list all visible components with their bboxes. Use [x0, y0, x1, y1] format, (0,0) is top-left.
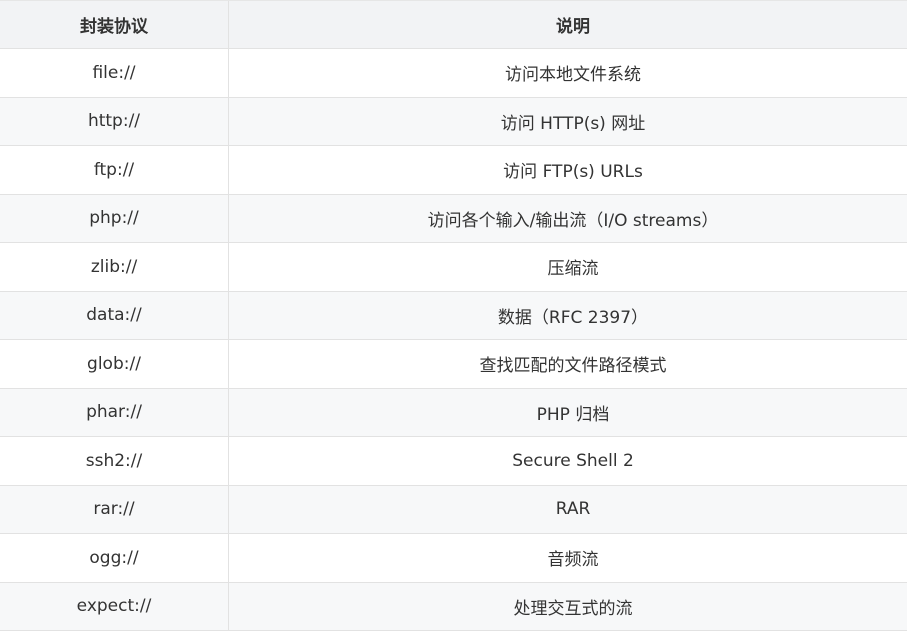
table-row: glob:// 查找匹配的文件路径模式	[0, 340, 907, 389]
protocol-cell: ssh2://	[0, 437, 229, 485]
protocol-cell: ftp://	[0, 146, 229, 194]
description-cell: 访问各个输入/输出流（I/O streams）	[229, 195, 907, 243]
table-row: ssh2:// Secure Shell 2	[0, 437, 907, 486]
protocol-cell: ogg://	[0, 534, 229, 582]
description-cell: 处理交互式的流	[229, 583, 907, 631]
protocol-cell: zlib://	[0, 243, 229, 291]
protocol-cell: data://	[0, 292, 229, 340]
header-description: 说明	[229, 1, 907, 48]
header-protocol: 封装协议	[0, 1, 229, 48]
description-cell: 访问 FTP(s) URLs	[229, 146, 907, 194]
protocol-cell: phar://	[0, 389, 229, 437]
protocol-cell: rar://	[0, 486, 229, 534]
table-row: rar:// RAR	[0, 486, 907, 535]
protocol-cell: php://	[0, 195, 229, 243]
protocol-table: 封装协议 说明 file:// 访问本地文件系统 http:// 访问 HTTP…	[0, 0, 907, 631]
table-row: phar:// PHP 归档	[0, 389, 907, 438]
description-cell: 访问 HTTP(s) 网址	[229, 98, 907, 146]
table-row: zlib:// 压缩流	[0, 243, 907, 292]
table-row: data:// 数据（RFC 2397）	[0, 292, 907, 341]
description-cell: 数据（RFC 2397）	[229, 292, 907, 340]
table-row: http:// 访问 HTTP(s) 网址	[0, 98, 907, 147]
table-row: php:// 访问各个输入/输出流（I/O streams）	[0, 195, 907, 244]
table-header-row: 封装协议 说明	[0, 1, 907, 49]
description-cell: 查找匹配的文件路径模式	[229, 340, 907, 388]
description-cell: PHP 归档	[229, 389, 907, 437]
description-cell: 压缩流	[229, 243, 907, 291]
description-cell: RAR	[229, 486, 907, 534]
protocol-cell: glob://	[0, 340, 229, 388]
table-row: file:// 访问本地文件系统	[0, 49, 907, 98]
description-cell: Secure Shell 2	[229, 437, 907, 485]
table-row: ftp:// 访问 FTP(s) URLs	[0, 146, 907, 195]
description-cell: 音频流	[229, 534, 907, 582]
description-cell: 访问本地文件系统	[229, 49, 907, 97]
protocol-cell: expect://	[0, 583, 229, 631]
protocol-cell: http://	[0, 98, 229, 146]
table-row: ogg:// 音频流	[0, 534, 907, 583]
protocol-cell: file://	[0, 49, 229, 97]
table-row: expect:// 处理交互式的流	[0, 583, 907, 631]
